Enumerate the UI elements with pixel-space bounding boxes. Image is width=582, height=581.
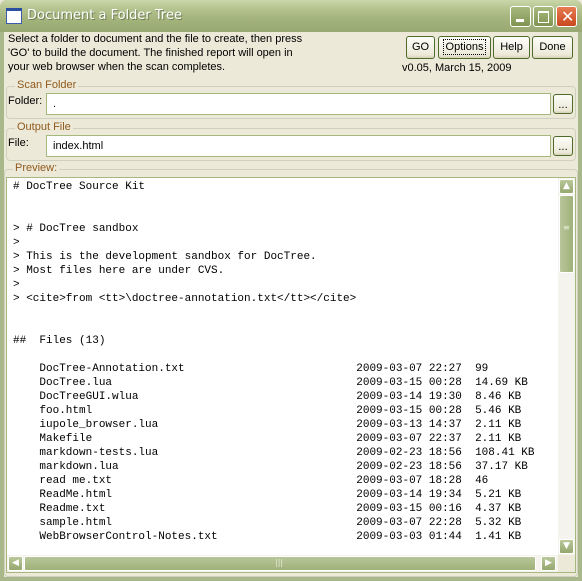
options-label: Options: [442, 39, 487, 55]
horizontal-scrollbar[interactable]: ◀ ||| ▶: [7, 555, 558, 572]
preview-line: DocTree-Annotation.txt 2009-03-07 22:27 …: [13, 363, 489, 375]
preview-line: [13, 208, 535, 222]
preview-line: Makefile 2009-03-07 22:37 2.11 KB: [13, 433, 522, 445]
preview-line: [13, 306, 535, 320]
preview-line: foo.html 2009-03-15 00:28 5.46 KB: [13, 405, 522, 417]
go-label: GO: [411, 41, 430, 53]
vertical-scrollbar[interactable]: ▲ ≡ ▼: [558, 178, 575, 555]
app-window: Document a Folder Tree ✕ Select a folder…: [0, 0, 582, 581]
go-button[interactable]: GO: [406, 36, 435, 59]
preview-line: DocTreeGUI.wlua 2009-03-14 19:30 8.46 KB: [13, 391, 522, 403]
maximize-icon: [538, 11, 549, 23]
preview-line: >: [13, 237, 20, 249]
options-button[interactable]: Options: [438, 36, 491, 59]
help-button[interactable]: Help: [493, 36, 530, 59]
preview-line: ## Files (13): [13, 335, 106, 347]
preview-line: [13, 320, 535, 334]
scroll-corner: [558, 555, 575, 572]
minimize-icon: [516, 19, 524, 22]
scroll-down-icon: ▼: [563, 541, 570, 551]
minimize-button[interactable]: [510, 6, 531, 27]
preview-line: > # DocTree sandbox: [13, 223, 139, 235]
done-button[interactable]: Done: [532, 36, 573, 59]
help-label: Help: [500, 41, 523, 53]
scroll-left-button[interactable]: ◀: [8, 556, 23, 571]
close-icon: ✕: [561, 7, 575, 26]
file-label: File:: [8, 137, 29, 149]
preview-pane[interactable]: # DocTree Source Kit > # DocTree sandbox…: [6, 177, 576, 573]
preview-text: # DocTree Source Kit > # DocTree sandbox…: [13, 180, 535, 544]
folder-label: Folder:: [8, 95, 43, 107]
app-window-icon: [6, 8, 22, 24]
vertical-scroll-thumb[interactable]: ≡: [559, 195, 574, 273]
preview-legend: Preview:: [13, 162, 60, 174]
preview-line: >: [13, 279, 20, 291]
preview-line: Readme.txt 2009-03-15 00:16 4.37 KB: [13, 503, 522, 515]
scan-folder-legend: Scan Folder: [15, 79, 79, 91]
scroll-right-button[interactable]: ▶: [541, 556, 556, 571]
client-area: Select a folder to document and the file…: [4, 32, 578, 577]
grip-icon: |||: [275, 558, 284, 567]
preview-line: markdown.lua 2009-02-23 18:56 37.17 KB: [13, 461, 528, 473]
version-label: v0.05, March 15, 2009: [402, 62, 512, 74]
folder-browse-button[interactable]: ...: [553, 94, 573, 114]
output-file-legend: Output File: [15, 121, 73, 133]
preview-line: DocTree.lua 2009-03-15 00:28 14.69 KB: [13, 377, 528, 389]
file-input[interactable]: index.html: [46, 135, 551, 157]
scroll-left-icon: ◀: [12, 558, 19, 568]
preview-line: > This is the development sandbox for Do…: [13, 251, 317, 263]
title-bar[interactable]: Document a Folder Tree ✕: [0, 0, 582, 32]
preview-line: markdown-tests.lua 2009-02-23 18:56 108.…: [13, 447, 535, 459]
grip-icon: ≡: [563, 223, 570, 232]
maximize-button[interactable]: [533, 6, 554, 27]
preview-line: ReadMe.html 2009-03-14 19:34 5.21 KB: [13, 489, 522, 501]
done-label: Done: [539, 41, 566, 53]
scroll-up-icon: ▲: [563, 181, 570, 191]
preview-line: > <cite>from <tt>\doctree-annotation.txt…: [13, 293, 357, 305]
close-button[interactable]: ✕: [556, 6, 577, 27]
preview-line: [13, 194, 535, 208]
preview-line: # DocTree Source Kit: [13, 181, 146, 193]
scroll-right-icon: ▶: [545, 558, 552, 568]
preview-line: iupole_browser.lua 2009-03-13 14:37 2.11…: [13, 419, 522, 431]
instructions-text: Select a folder to document and the file…: [8, 33, 303, 73]
folder-input[interactable]: .: [46, 93, 551, 115]
scroll-up-button[interactable]: ▲: [559, 179, 574, 194]
file-browse-button[interactable]: ...: [553, 136, 573, 156]
preview-line: read me.txt 2009-03-07 18:28 46: [13, 475, 489, 487]
preview-line: [13, 348, 535, 362]
preview-line: > Most files here are under CVS.: [13, 265, 225, 277]
scroll-down-button[interactable]: ▼: [559, 539, 574, 554]
window-title: Document a Folder Tree: [27, 8, 182, 23]
preview-line: sample.html 2009-03-07 22:28 5.32 KB: [13, 517, 522, 529]
horizontal-scroll-thumb[interactable]: |||: [24, 556, 536, 571]
preview-line: WebBrowserControl-Notes.txt 2009-03-03 0…: [13, 531, 522, 543]
